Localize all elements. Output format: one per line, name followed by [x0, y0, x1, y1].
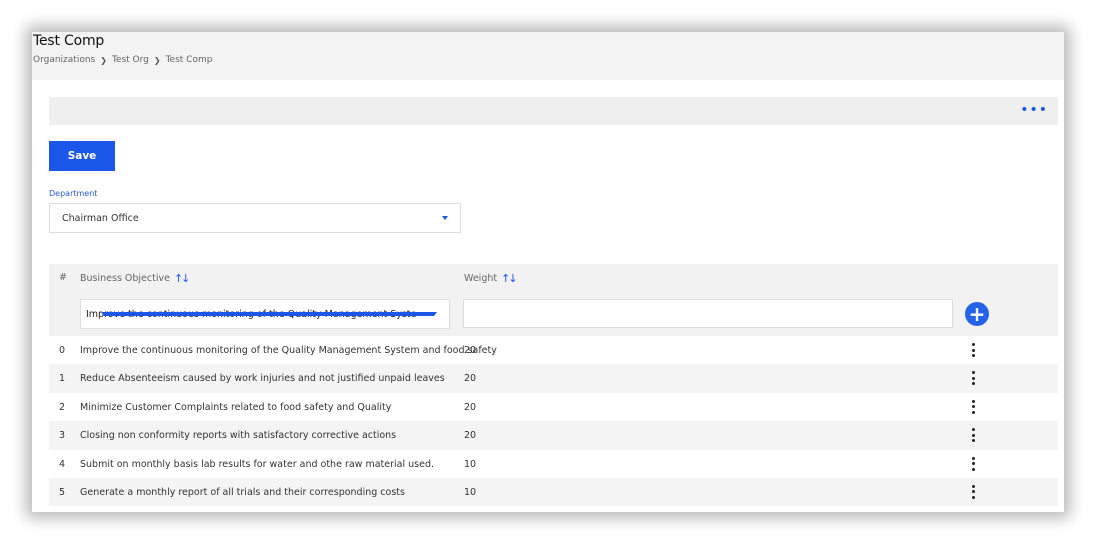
row-index: 5 [59, 486, 66, 498]
caret-down-icon [442, 216, 448, 220]
more-horizontal-icon[interactable]: ••• [1020, 103, 1048, 117]
toolbar-bar: ••• [49, 97, 1058, 125]
table-row: 4 Submit on monthly basis lab results fo… [49, 450, 1058, 478]
sort-icon[interactable]: ↑↓ [501, 272, 518, 285]
more-vertical-icon[interactable] [969, 456, 977, 472]
weight-input[interactable] [463, 299, 953, 328]
index-header-label: # [59, 272, 67, 283]
breadcrumb-organizations[interactable]: Organizations [33, 55, 95, 65]
table-row: 5 Generate a monthly report of all trial… [49, 477, 1058, 507]
row-index: 3 [59, 430, 66, 442]
more-vertical-icon[interactable] [969, 370, 977, 386]
row-index: 1 [59, 373, 66, 385]
objective-select[interactable]: Improve the continuous monitoring of the… [80, 299, 450, 329]
row-weight: 20 [464, 401, 477, 413]
department-label: Department [49, 189, 98, 198]
row-objective: Minimize Customer Complaints related to … [80, 401, 392, 413]
more-vertical-icon[interactable] [969, 484, 977, 500]
department-selected-value: Chairman Office [62, 212, 139, 224]
table-row: 1 Reduce Absenteeism caused by work inju… [49, 364, 1058, 393]
save-button[interactable]: Save [49, 141, 115, 171]
row-index: 2 [59, 401, 66, 413]
breadcrumb-comp: Test Comp [165, 55, 213, 65]
table-row: 3 Closing non conformity reports with sa… [49, 421, 1058, 450]
sort-icon[interactable]: ↑↓ [174, 272, 191, 285]
weight-header-label: Weight [464, 273, 498, 284]
row-weight: 20 [464, 373, 477, 385]
row-objective: Submit on monthly basis lab results for … [80, 458, 434, 470]
chevron-right-icon: ❯ [100, 55, 107, 65]
breadcrumb-org[interactable]: Test Org [112, 55, 149, 65]
row-objective: Improve the continuous monitoring of the… [80, 345, 497, 356]
table-header: # Business Objective ↑↓ Weight ↑↓ Improv… [49, 264, 1058, 336]
row-weight: 10 [464, 486, 477, 498]
row-index: 0 [59, 345, 66, 356]
more-vertical-icon[interactable] [969, 399, 977, 415]
table-row: 2 Minimize Customer Complaints related t… [49, 393, 1058, 421]
app-window: Test Comp Organizations ❯ Test Org ❯ Tes… [32, 32, 1064, 512]
chevron-right-icon: ❯ [153, 55, 161, 65]
objective-header-label: Business Objective [80, 273, 170, 284]
add-circle-icon[interactable]: + [965, 302, 989, 326]
page-header: Test Comp Organizations ❯ Test Org ❯ Tes… [32, 32, 1064, 80]
table-row: 0 Improve the continuous monitoring of t… [49, 336, 1058, 364]
caret-down-icon [101, 312, 437, 316]
row-weight: 20 [464, 430, 477, 442]
page-title: Test Comp [33, 33, 105, 49]
row-index: 4 [59, 458, 66, 470]
row-weight: 20 [464, 345, 477, 356]
row-objective: Closing non conformity reports with sati… [80, 430, 397, 442]
column-header-weight[interactable]: Weight ↑↓ [464, 272, 518, 285]
column-header-objective[interactable]: Business Objective ↑↓ [80, 272, 191, 285]
more-vertical-icon[interactable] [969, 342, 977, 358]
breadcrumb: Organizations ❯ Test Org ❯ Test Comp [33, 55, 212, 65]
more-vertical-icon[interactable] [969, 427, 977, 443]
objectives-table-body: 0 Improve the continuous monitoring of t… [49, 336, 1058, 507]
row-objective: Generate a monthly report of all trials … [80, 486, 405, 498]
department-select[interactable]: Chairman Office [49, 203, 461, 233]
row-objective: Reduce Absenteeism caused by work injuri… [80, 373, 445, 385]
row-weight: 10 [464, 458, 477, 470]
column-header-index: # [59, 272, 67, 283]
